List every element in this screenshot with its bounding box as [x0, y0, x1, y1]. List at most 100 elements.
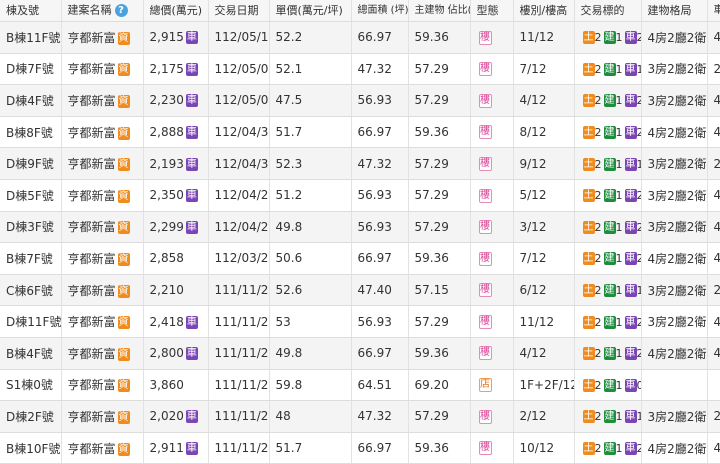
info-tag-icon[interactable]: 資 — [118, 127, 130, 140]
building-tag-icon[interactable]: 建 — [604, 316, 616, 329]
car-tag-icon[interactable]: 車 — [186, 158, 198, 171]
column-header[interactable]: 總面積 (坪) — [351, 0, 408, 22]
table-row[interactable]: D棟7F號亨都新富資2,175車112/05/0252.147.3257.29樓… — [0, 53, 720, 85]
building-tag-icon[interactable]: 建 — [604, 126, 616, 139]
table-row[interactable]: D棟4F號亨都新富資2,230車112/05/0147.556.9357.29樓… — [0, 85, 720, 117]
car-tag-icon[interactable]: 車 — [186, 94, 198, 107]
building-tag-icon[interactable]: 建 — [604, 347, 616, 360]
land-tag-icon[interactable]: 土 — [583, 379, 595, 392]
info-tag-icon[interactable]: 資 — [118, 190, 130, 203]
parking-tag-icon[interactable]: 車 — [625, 158, 637, 171]
parking-tag-icon[interactable]: 車 — [625, 221, 637, 234]
building-tag-icon[interactable]: 建 — [604, 158, 616, 171]
car-tag-icon[interactable]: 車 — [186, 442, 198, 455]
parking-tag-icon[interactable]: 車 — [625, 126, 637, 139]
info-tag-icon[interactable]: 資 — [118, 411, 130, 424]
column-header[interactable]: 建物格局 — [641, 0, 707, 22]
type-tag-icon[interactable]: 樓 — [479, 94, 492, 108]
table-row[interactable]: B棟10F號亨都新富資2,911車111/11/2551.766.9759.36… — [0, 432, 720, 464]
type-tag-icon[interactable]: 樓 — [479, 252, 492, 266]
land-tag-icon[interactable]: 土 — [583, 221, 595, 234]
parking-tag-icon[interactable]: 車 — [625, 189, 637, 202]
parking-tag-icon[interactable]: 車 — [625, 252, 637, 265]
column-header[interactable]: 車位總價 (萬元) — [707, 0, 720, 22]
type-tag-icon[interactable]: 樓 — [479, 220, 492, 234]
table-row[interactable]: S1棟0號亨都新富資3,860111/11/2759.864.5169.20店1… — [0, 369, 720, 401]
help-icon[interactable]: ? — [115, 4, 128, 17]
table-row[interactable]: B棟7F號亨都新富資2,858112/03/2350.666.9759.36樓7… — [0, 243, 720, 275]
info-tag-icon[interactable]: 資 — [118, 443, 130, 456]
table-row[interactable]: C棟6F號亨都新富資2,210111/11/2952.647.4057.15樓6… — [0, 274, 720, 306]
car-tag-icon[interactable]: 車 — [186, 316, 198, 329]
table-row[interactable]: B棟4F號亨都新富資2,800車111/11/2749.866.9759.36樓… — [0, 337, 720, 369]
building-tag-icon[interactable]: 建 — [604, 284, 616, 297]
column-header[interactable]: 主建物 佔比(%) — [408, 0, 470, 22]
column-header[interactable]: 總價(萬元) — [143, 0, 208, 22]
parking-tag-icon[interactable]: 車 — [625, 410, 637, 423]
column-header[interactable]: 型態 — [470, 0, 513, 22]
type-tag-icon[interactable]: 樓 — [479, 31, 492, 45]
type-tag-icon[interactable]: 樓 — [479, 62, 492, 76]
building-tag-icon[interactable]: 建 — [604, 189, 616, 202]
info-tag-icon[interactable]: 資 — [118, 158, 130, 171]
column-header[interactable]: 交易日期 — [208, 0, 269, 22]
type-tag-icon[interactable]: 樓 — [479, 283, 492, 297]
car-tag-icon[interactable]: 車 — [186, 221, 198, 234]
parking-tag-icon[interactable]: 車 — [625, 31, 637, 44]
info-tag-icon[interactable]: 資 — [118, 95, 130, 108]
land-tag-icon[interactable]: 土 — [583, 410, 595, 423]
column-header[interactable]: 樓別/樓高 — [513, 0, 574, 22]
car-tag-icon[interactable]: 車 — [186, 347, 198, 360]
car-tag-icon[interactable]: 車 — [186, 31, 198, 44]
parking-tag-icon[interactable]: 車 — [625, 379, 637, 392]
building-tag-icon[interactable]: 建 — [604, 379, 616, 392]
land-tag-icon[interactable]: 土 — [583, 442, 595, 455]
building-tag-icon[interactable]: 建 — [604, 252, 616, 265]
info-tag-icon[interactable]: 資 — [118, 253, 130, 266]
type-tag-icon[interactable]: 樓 — [479, 189, 492, 203]
table-row[interactable]: D棟11F號亨都新富資2,418車111/11/285356.9357.29樓1… — [0, 306, 720, 338]
info-tag-icon[interactable]: 資 — [118, 348, 130, 361]
building-tag-icon[interactable]: 建 — [604, 410, 616, 423]
type-tag-icon[interactable]: 樓 — [479, 410, 492, 424]
type-tag-icon[interactable]: 店 — [479, 378, 492, 392]
car-tag-icon[interactable]: 車 — [186, 126, 198, 139]
column-header[interactable]: 單價(萬元/坪) — [269, 0, 351, 22]
column-header[interactable]: 交易標的 — [574, 0, 641, 22]
building-tag-icon[interactable]: 建 — [604, 94, 616, 107]
land-tag-icon[interactable]: 土 — [583, 158, 595, 171]
land-tag-icon[interactable]: 土 — [583, 252, 595, 265]
land-tag-icon[interactable]: 土 — [583, 189, 595, 202]
land-tag-icon[interactable]: 土 — [583, 316, 595, 329]
type-tag-icon[interactable]: 樓 — [479, 441, 492, 455]
land-tag-icon[interactable]: 土 — [583, 31, 595, 44]
parking-tag-icon[interactable]: 車 — [625, 442, 637, 455]
type-tag-icon[interactable]: 樓 — [479, 125, 492, 139]
table-row[interactable]: D棟5F號亨都新富資2,350車112/04/2451.256.9357.29樓… — [0, 179, 720, 211]
info-tag-icon[interactable]: 資 — [118, 32, 130, 45]
parking-tag-icon[interactable]: 車 — [625, 347, 637, 360]
land-tag-icon[interactable]: 土 — [583, 126, 595, 139]
parking-tag-icon[interactable]: 車 — [625, 316, 637, 329]
land-tag-icon[interactable]: 土 — [583, 63, 595, 76]
table-row[interactable]: D棟3F號亨都新富資2,299車112/04/2449.856.9357.29樓… — [0, 211, 720, 243]
building-tag-icon[interactable]: 建 — [604, 442, 616, 455]
table-row[interactable]: D棟9F號亨都新富資2,193車112/04/3052.347.3257.29樓… — [0, 148, 720, 180]
car-tag-icon[interactable]: 車 — [186, 63, 198, 76]
land-tag-icon[interactable]: 土 — [583, 94, 595, 107]
parking-tag-icon[interactable]: 車 — [625, 284, 637, 297]
parking-tag-icon[interactable]: 車 — [625, 63, 637, 76]
car-tag-icon[interactable]: 車 — [186, 410, 198, 423]
table-row[interactable]: D棟2F號亨都新富資2,020車111/11/264847.3257.29樓2/… — [0, 401, 720, 433]
building-tag-icon[interactable]: 建 — [604, 31, 616, 44]
info-tag-icon[interactable]: 資 — [118, 316, 130, 329]
land-tag-icon[interactable]: 土 — [583, 284, 595, 297]
column-header[interactable]: 建案名稱? — [61, 0, 143, 22]
info-tag-icon[interactable]: 資 — [118, 379, 130, 392]
parking-tag-icon[interactable]: 車 — [625, 94, 637, 107]
land-tag-icon[interactable]: 土 — [583, 347, 595, 360]
car-tag-icon[interactable]: 車 — [186, 189, 198, 202]
info-tag-icon[interactable]: 資 — [118, 221, 130, 234]
column-header[interactable]: 棟及號 — [0, 0, 61, 22]
info-tag-icon[interactable]: 資 — [118, 285, 130, 298]
